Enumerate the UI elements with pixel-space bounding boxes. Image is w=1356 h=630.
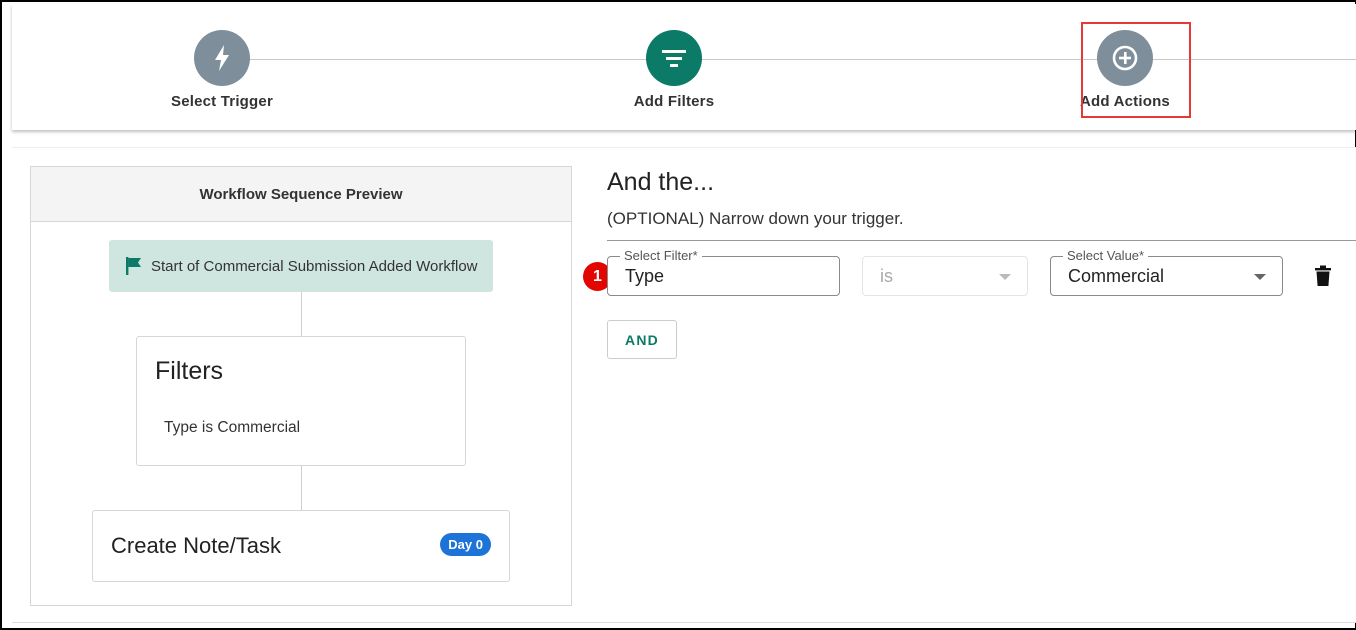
step-add-filters[interactable]: Add Filters bbox=[604, 30, 744, 110]
select-filter-label: Select Filter* bbox=[620, 248, 702, 263]
day-badge: Day 0 bbox=[440, 533, 491, 556]
step-label: Add Filters bbox=[633, 93, 715, 110]
filters-node[interactable]: Filters Type is Commercial bbox=[136, 336, 466, 466]
connector-line bbox=[301, 466, 302, 510]
delete-filter-button[interactable] bbox=[1314, 265, 1332, 292]
flag-icon bbox=[125, 256, 143, 276]
select-value-value: Commercial bbox=[1068, 266, 1165, 286]
filters-node-desc: Type is Commercial bbox=[164, 419, 301, 436]
filters-node-title: Filters bbox=[155, 357, 224, 385]
and-button[interactable]: AND bbox=[607, 320, 677, 359]
section-heading: And the... bbox=[607, 168, 715, 196]
plus-circle-icon bbox=[1097, 30, 1153, 86]
divider bbox=[607, 240, 1356, 241]
preview-title: Workflow Sequence Preview bbox=[31, 167, 571, 222]
step-label: Select Trigger bbox=[170, 93, 273, 110]
connector-line bbox=[301, 292, 302, 336]
chevron-down-icon bbox=[1254, 274, 1266, 280]
chevron-down-icon bbox=[999, 274, 1011, 280]
filter-icon bbox=[646, 30, 702, 86]
trash-icon bbox=[1315, 265, 1331, 286]
start-node-label: Start of Commercial Submission Added Wor… bbox=[151, 257, 478, 275]
select-value-label: Select Value* bbox=[1063, 248, 1149, 263]
workflow-stepper: Select Trigger Add Filters Add Actions bbox=[12, 4, 1356, 130]
workflow-preview-panel: Workflow Sequence Preview Start of Comme… bbox=[30, 166, 572, 606]
operator-select[interactable]: is bbox=[862, 256, 1028, 296]
start-node: Start of Commercial Submission Added Wor… bbox=[109, 240, 493, 292]
select-filter-field[interactable]: Select Filter* Type bbox=[607, 248, 840, 296]
section-subheading: (OPTIONAL) Narrow down your trigger. bbox=[607, 209, 904, 228]
task-node-title: Create Note/Task bbox=[111, 533, 281, 558]
select-filter-value: Type bbox=[625, 266, 665, 286]
step-select-trigger[interactable]: Select Trigger bbox=[152, 30, 292, 110]
app-window: Select Trigger Add Filters Add Actions W… bbox=[0, 0, 1356, 630]
task-node[interactable]: Create Note/Task Day 0 bbox=[92, 510, 510, 582]
select-value-field[interactable]: Select Value* Commercial bbox=[1050, 248, 1283, 296]
lightning-icon bbox=[194, 30, 250, 86]
main-panel: Workflow Sequence Preview Start of Comme… bbox=[12, 147, 1356, 623]
operator-value: is bbox=[880, 266, 893, 286]
